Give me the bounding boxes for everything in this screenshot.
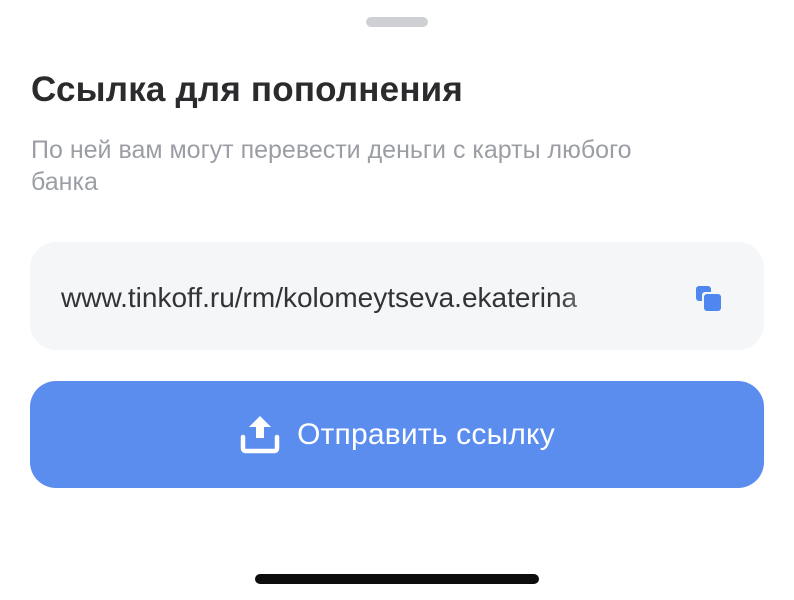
copy-link-button[interactable] xyxy=(691,280,731,320)
send-link-button[interactable]: Отправить ссылку xyxy=(30,381,764,488)
sheet-title: Ссылка для пополнения xyxy=(31,70,463,109)
sheet-grabber[interactable] xyxy=(366,17,428,27)
share-upload-icon xyxy=(240,415,280,453)
home-indicator[interactable] xyxy=(255,574,539,584)
payment-link-field[interactable]: www.tinkoff.ru/rm/kolomeytseva.ekaterina xyxy=(30,242,764,350)
copy-icon xyxy=(696,286,722,312)
sheet-subtitle: По ней вам могут перевести деньги с карт… xyxy=(31,136,632,196)
send-link-label: Отправить ссылку xyxy=(297,417,555,451)
payment-link-text[interactable]: www.tinkoff.ru/rm/kolomeytseva.ekaterina xyxy=(61,278,626,318)
bottom-sheet: Ссылка для пополнения По ней вам могут п… xyxy=(0,0,794,600)
